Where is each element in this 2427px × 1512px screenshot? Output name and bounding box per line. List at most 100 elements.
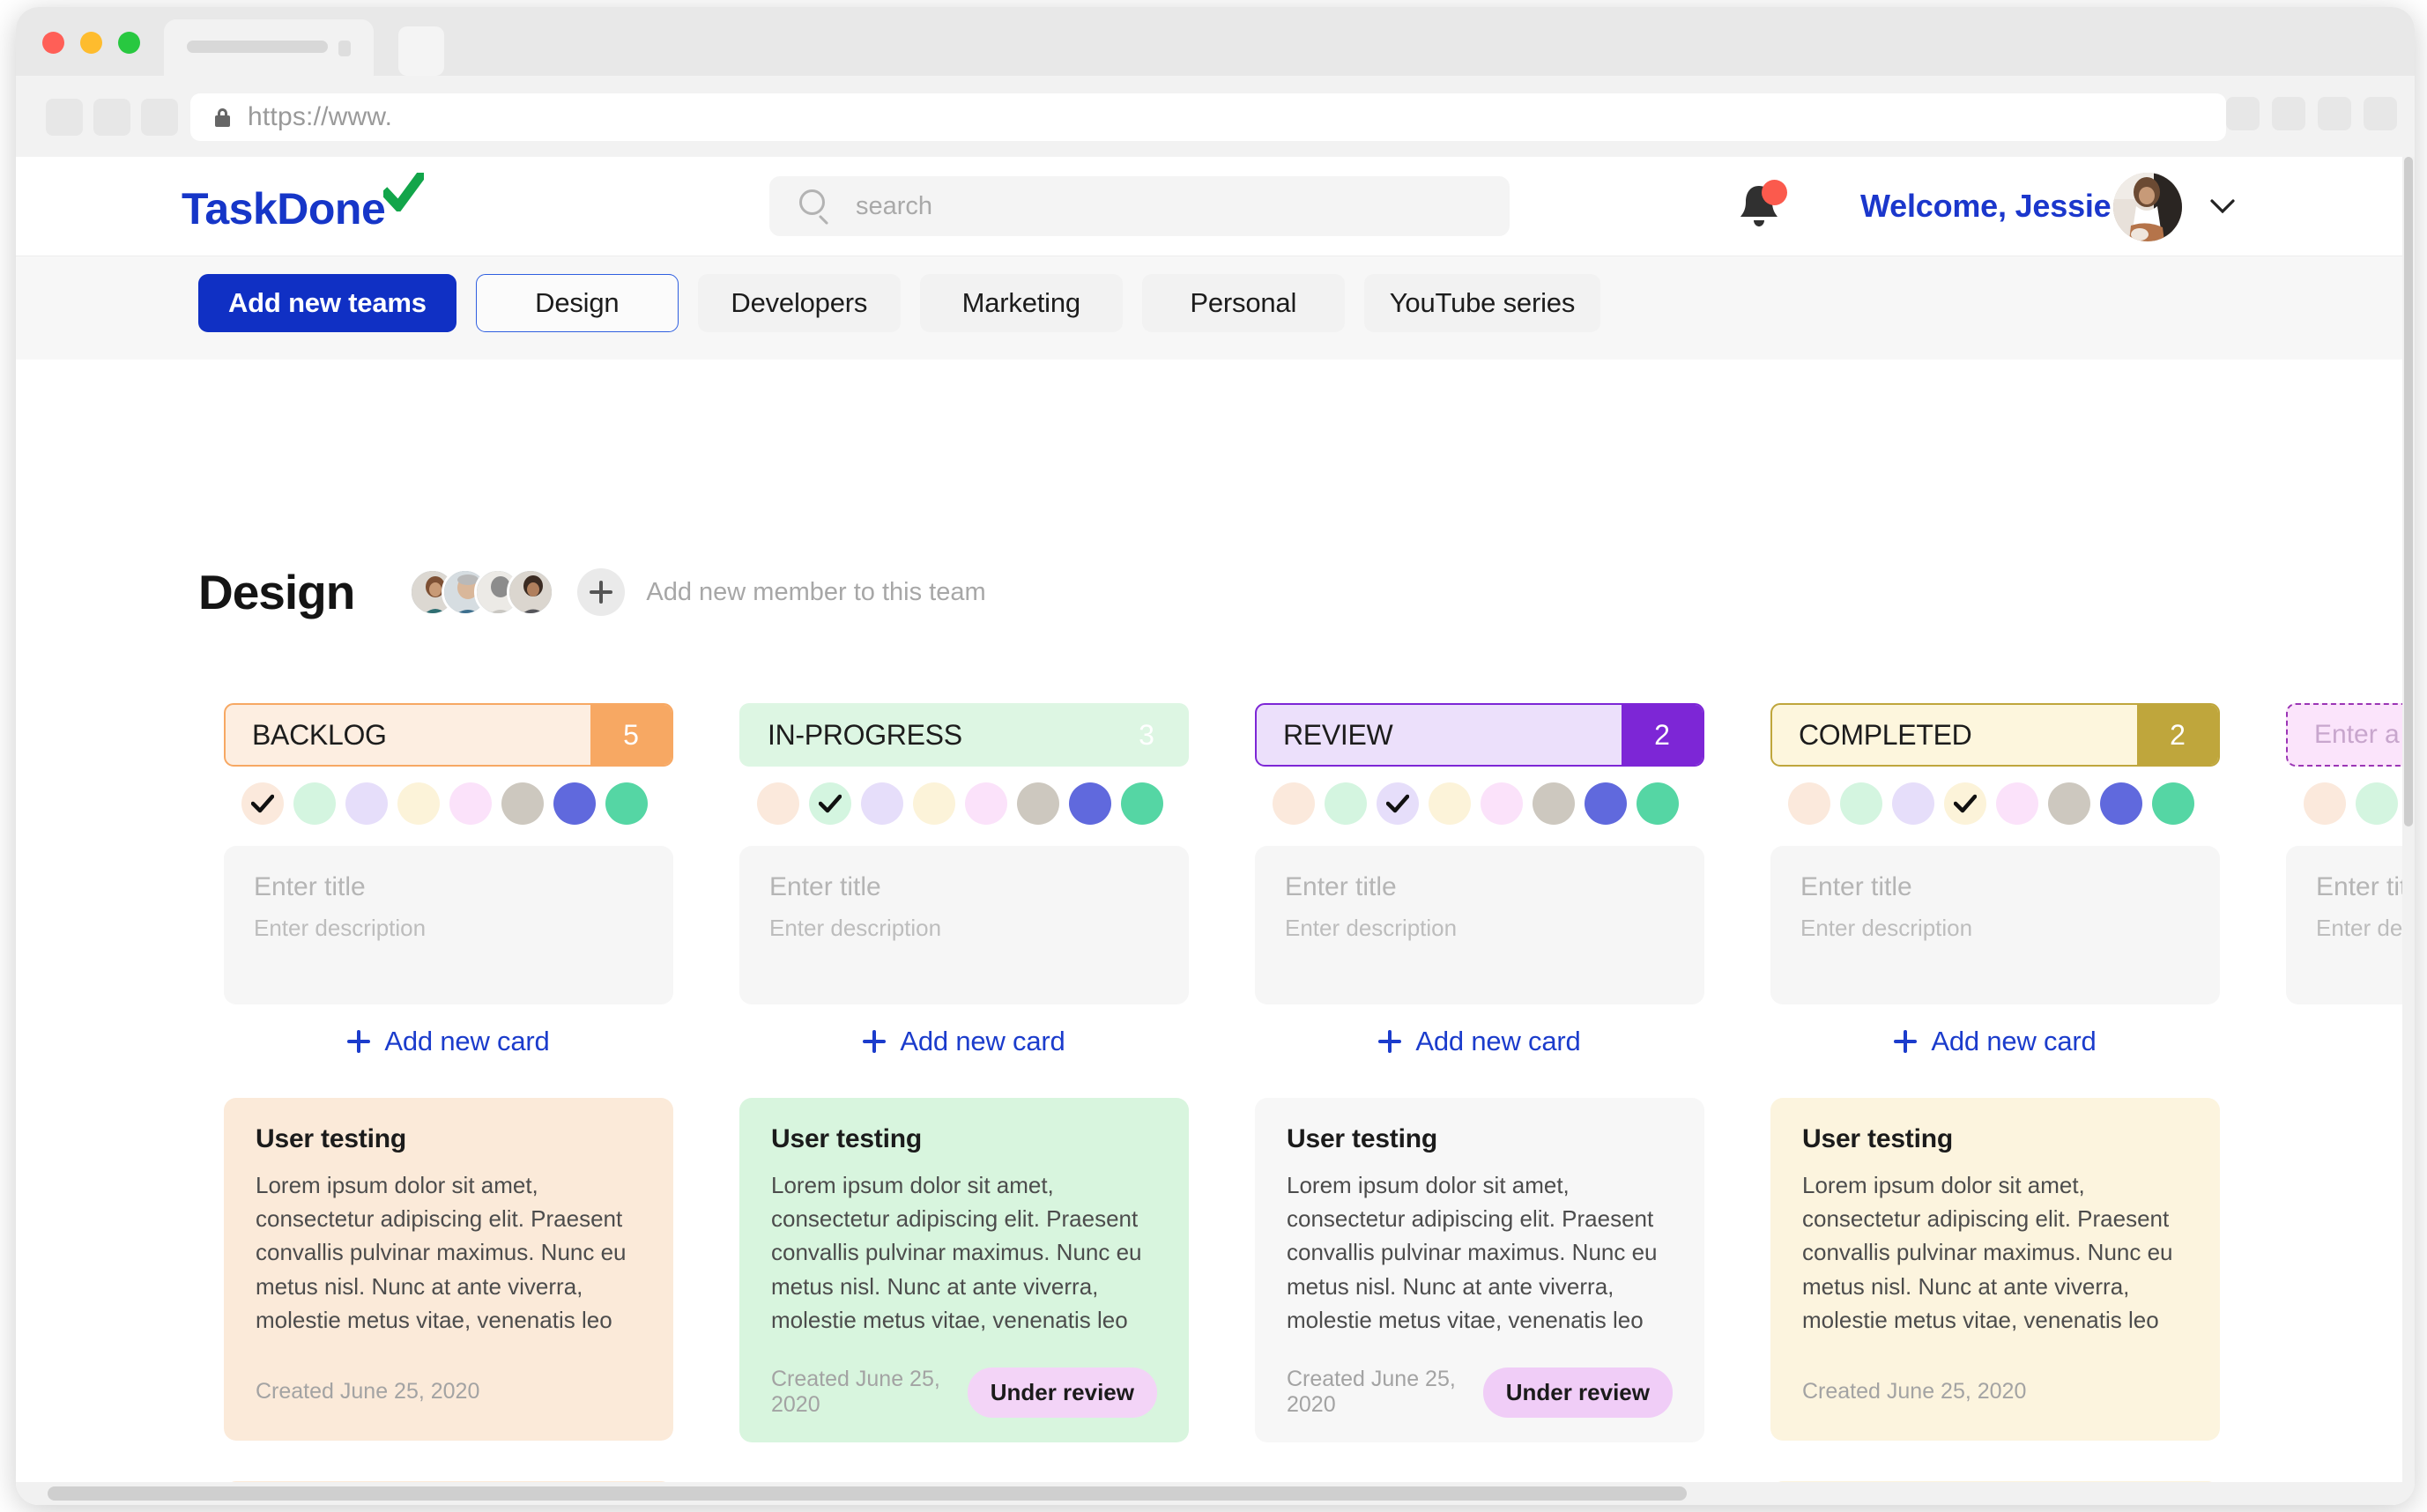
color-swatch[interactable]	[1637, 782, 1679, 825]
maximize-window-button[interactable]	[118, 32, 140, 54]
add-new-teams-button[interactable]: Add new teams	[198, 274, 456, 332]
task-card[interactable]: User testing Lorem ipsum dolor sit amet, …	[739, 1098, 1189, 1443]
add-member-button[interactable]	[577, 568, 626, 616]
color-swatch[interactable]	[1017, 782, 1059, 825]
color-swatch[interactable]	[2048, 782, 2090, 825]
new-card-description-input[interactable]: Enter description	[1800, 915, 2190, 942]
forward-button[interactable]	[93, 99, 130, 136]
close-window-button[interactable]	[42, 32, 64, 54]
vertical-scrollbar-thumb[interactable]	[2404, 157, 2413, 826]
color-swatch[interactable]	[1788, 782, 1830, 825]
vertical-scrollbar[interactable]	[2402, 157, 2415, 1505]
add-new-card-button[interactable]: Add new card	[739, 1026, 1189, 1057]
color-swatch[interactable]	[809, 782, 851, 825]
column-header[interactable]: BACKLOG 5	[224, 703, 673, 767]
task-card[interactable]: User testing Lorem ipsum dolor sit amet, …	[1255, 1098, 1704, 1443]
new-card-composer[interactable]: Enter title Enter description	[1770, 846, 2220, 1004]
add-new-card-button[interactable]: Add new card	[1255, 1026, 1704, 1057]
browser-menu-button[interactable]	[2364, 97, 2397, 130]
new-card-description-input[interactable]: Enter description	[1285, 915, 1674, 942]
color-swatch[interactable]	[1533, 782, 1575, 825]
status-badge[interactable]: Under review	[1482, 1367, 1673, 1418]
new-column-name-input[interactable]: Enter a name	[2286, 703, 2415, 767]
reload-button[interactable]	[141, 99, 178, 136]
horizontal-scrollbar-thumb[interactable]	[48, 1486, 1687, 1501]
app-logo[interactable]: TaskDone	[182, 173, 426, 234]
new-card-composer[interactable]: Enter title Enter description	[1255, 846, 1704, 1004]
team-tab-developers[interactable]: Developers	[697, 274, 901, 332]
color-swatch[interactable]	[1481, 782, 1523, 825]
new-card-title-input[interactable]: Enter title	[2316, 872, 2415, 902]
task-card-footer: Created June 25, 2020	[1802, 1367, 2188, 1416]
color-swatch[interactable]	[2100, 782, 2142, 825]
color-swatch[interactable]	[553, 782, 596, 825]
color-swatch[interactable]	[449, 782, 492, 825]
status-badge[interactable]: Under review	[967, 1367, 1157, 1418]
add-new-card-button[interactable]: Add new card	[224, 1026, 673, 1057]
color-swatch[interactable]	[1944, 782, 1986, 825]
color-swatch[interactable]	[2356, 782, 2398, 825]
back-button[interactable]	[46, 99, 83, 136]
search-input[interactable]: search	[856, 192, 932, 221]
color-swatch[interactable]	[2152, 782, 2194, 825]
member-avatar[interactable]	[507, 568, 555, 616]
color-swatch[interactable]	[1892, 782, 1934, 825]
app-viewport: TaskDone search Welcome, Jessie Add new …	[16, 157, 2415, 1505]
minimize-window-button[interactable]	[80, 32, 102, 54]
address-bar[interactable]: https://www.	[190, 93, 2226, 141]
task-card[interactable]: User testing Lorem ipsum dolor sit amet, …	[1770, 1098, 2220, 1442]
new-card-title-input[interactable]: Enter title	[1800, 872, 2190, 902]
color-swatch[interactable]	[1585, 782, 1627, 825]
color-swatch[interactable]	[1840, 782, 1882, 825]
new-card-title-input[interactable]: Enter title	[769, 872, 1159, 902]
color-swatch[interactable]	[293, 782, 336, 825]
green-check-icon	[383, 173, 425, 211]
new-card-description-input[interactable]: Enter description	[769, 915, 1159, 942]
color-swatch[interactable]	[1325, 782, 1367, 825]
color-swatch[interactable]	[1273, 782, 1315, 825]
column-header[interactable]: IN-PROGRESS 3	[739, 703, 1189, 767]
column-header[interactable]: REVIEW 2	[1255, 703, 1704, 767]
new-card-composer[interactable]: Enter title Enter description	[739, 846, 1189, 1004]
avatar[interactable]	[2113, 173, 2182, 241]
team-tab-marketing[interactable]: Marketing	[919, 274, 1123, 332]
color-swatch[interactable]	[1996, 782, 2038, 825]
new-card-title-input[interactable]: Enter title	[1285, 872, 1674, 902]
team-tab-youtube-series[interactable]: YouTube series	[1363, 274, 1601, 332]
color-swatch[interactable]	[861, 782, 903, 825]
color-swatch[interactable]	[1429, 782, 1471, 825]
new-card-description-input[interactable]: Enter description	[254, 915, 643, 942]
color-swatch[interactable]	[913, 782, 955, 825]
color-swatch[interactable]	[2304, 782, 2346, 825]
chevron-down-icon[interactable]	[2210, 199, 2235, 213]
column-header[interactable]: COMPLETED 2	[1770, 703, 2220, 767]
team-tab-design[interactable]: Design	[475, 274, 679, 332]
color-swatch[interactable]	[757, 782, 799, 825]
horizontal-scrollbar[interactable]	[16, 1482, 2415, 1505]
search-bar[interactable]: search	[769, 176, 1510, 236]
team-tab-personal[interactable]: Personal	[1141, 274, 1345, 332]
new-tab-button[interactable]	[398, 26, 444, 76]
close-tab-icon[interactable]	[338, 41, 351, 56]
color-swatch[interactable]	[1121, 782, 1163, 825]
new-card-description-input[interactable]: Enter description	[2316, 915, 2415, 942]
new-card-title-input[interactable]: Enter title	[254, 872, 643, 902]
extension-button[interactable]	[2272, 97, 2305, 130]
color-swatch[interactable]	[1377, 782, 1419, 825]
browser-tab[interactable]	[164, 19, 374, 76]
color-swatch[interactable]	[1069, 782, 1111, 825]
color-swatch[interactable]	[501, 782, 544, 825]
task-card[interactable]: User testing Lorem ipsum dolor sit amet, …	[224, 1098, 673, 1442]
color-swatch[interactable]	[965, 782, 1007, 825]
color-swatch[interactable]	[345, 782, 388, 825]
notifications-button[interactable]	[1734, 180, 1792, 234]
color-swatch[interactable]	[397, 782, 440, 825]
add-new-card-button[interactable]: Add new card	[1770, 1026, 2220, 1057]
extension-button[interactable]	[2318, 97, 2351, 130]
new-column-composer[interactable]: Enter a name Enter title Enter description	[2286, 703, 2415, 1505]
color-swatch[interactable]	[605, 782, 648, 825]
new-card-composer[interactable]: Enter title Enter description	[224, 846, 673, 1004]
color-swatch[interactable]	[241, 782, 284, 825]
extension-button[interactable]	[2226, 97, 2260, 130]
new-card-composer[interactable]: Enter title Enter description	[2286, 846, 2415, 1004]
